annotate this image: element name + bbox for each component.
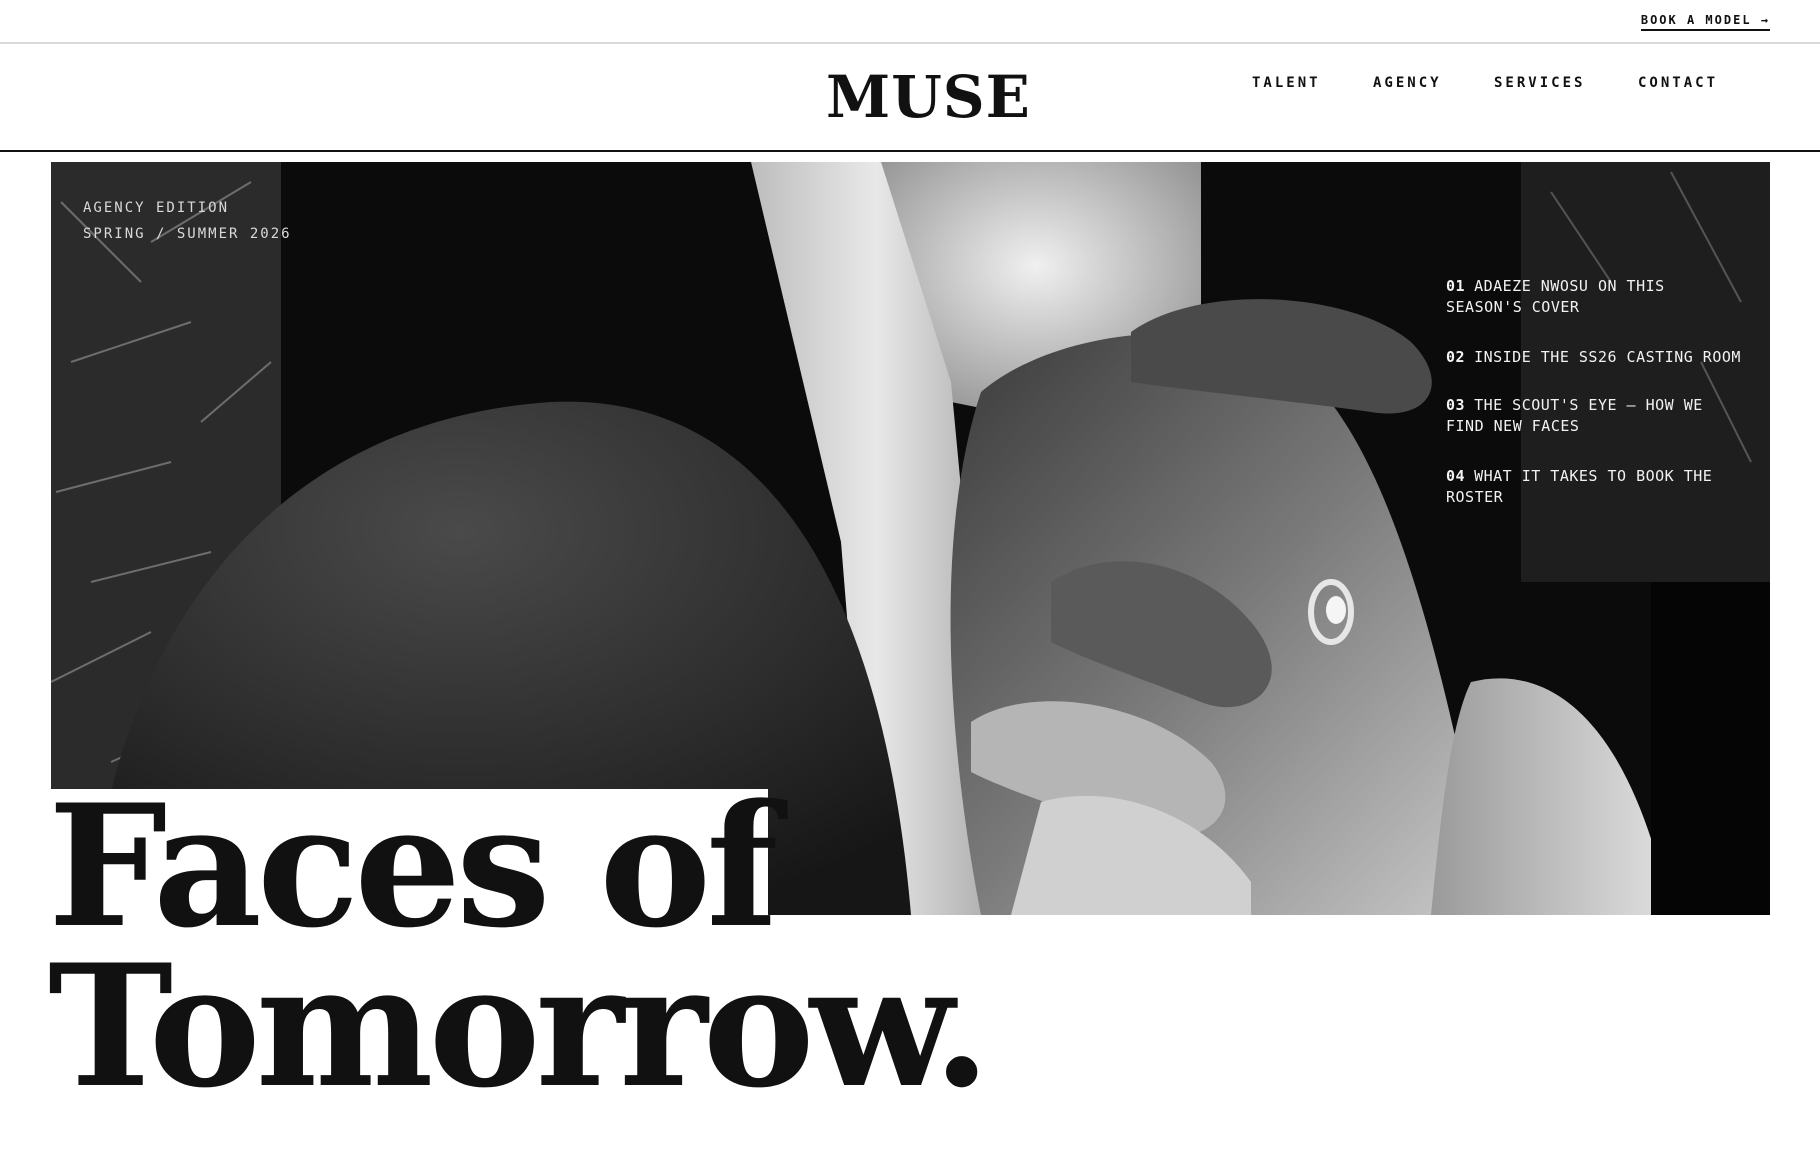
toc-number: 02 <box>1446 348 1466 366</box>
toc-number: 03 <box>1446 396 1466 414</box>
toc-title: THE SCOUT'S EYE — HOW WE FIND NEW FACES <box>1446 396 1703 435</box>
table-of-contents: 01 ADAEZE NWOSU ON THIS SEASON'S COVER 02… <box>1446 276 1746 537</box>
toc-title: WHAT IT TAKES TO BOOK THE ROSTER <box>1446 467 1713 506</box>
nav-item-services[interactable]: SERVICES <box>1494 75 1585 91</box>
main-nav: TALENT AGENCY SERVICES CONTACT <box>0 75 1820 95</box>
site-header: MUSE TALENT AGENCY SERVICES CONTACT <box>0 44 1820 152</box>
nav-item-agency[interactable]: AGENCY <box>1373 75 1442 91</box>
headline-line-2: Tomorrow. <box>48 927 991 1125</box>
book-a-model-link[interactable]: BOOK A MODEL → <box>1640 13 1770 31</box>
edition-label: AGENCY EDITION SPRING / SUMMER 2026 <box>83 195 292 247</box>
hero-headline: Faces of Tomorrow. <box>48 767 991 1125</box>
toc-item-3[interactable]: 03 THE SCOUT'S EYE — HOW WE FIND NEW FACE… <box>1446 395 1746 437</box>
toc-number: 04 <box>1446 467 1466 485</box>
toc-item-2[interactable]: 02 INSIDE THE SS26 CASTING ROOM <box>1446 347 1746 368</box>
nav-item-talent[interactable]: TALENT <box>1252 75 1321 91</box>
toc-number: 01 <box>1446 277 1466 295</box>
toc-title: ADAEZE NWOSU ON THIS SEASON'S COVER <box>1446 277 1665 316</box>
toc-item-4[interactable]: 04 WHAT IT TAKES TO BOOK THE ROSTER <box>1446 466 1746 508</box>
nav-item-contact[interactable]: CONTACT <box>1638 75 1718 91</box>
edition-line-1: AGENCY EDITION <box>83 200 230 216</box>
edition-line-2: SPRING / SUMMER 2026 <box>83 226 292 242</box>
headline-line-1: Faces of <box>48 767 779 965</box>
top-utility-bar: BOOK A MODEL → <box>0 0 1820 44</box>
toc-title: INSIDE THE SS26 CASTING ROOM <box>1474 348 1741 366</box>
toc-item-1[interactable]: 01 ADAEZE NWOSU ON THIS SEASON'S COVER <box>1446 276 1746 318</box>
